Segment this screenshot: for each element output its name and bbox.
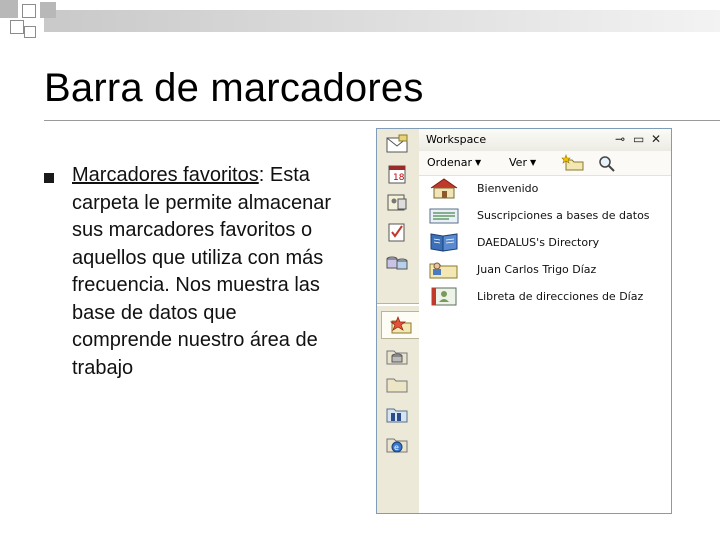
workspace-content: Workspace ⊸ ▭ ✕ Ordenar ▼ Ver ▼ Bienvenido… bbox=[419, 129, 671, 513]
tasks-icon bbox=[388, 223, 405, 242]
favorites-icon bbox=[389, 316, 412, 334]
list-item[interactable]: DAEDALUS's Directory bbox=[427, 229, 599, 255]
user-folder-icon bbox=[429, 262, 458, 279]
search-icon bbox=[599, 156, 615, 172]
list-item[interactable]: Libreta de direcciones de Díaz bbox=[427, 283, 643, 309]
chevron-down-icon: ▼ bbox=[474, 158, 482, 167]
workspace-panel: 18 e Workspace ⊸ ▭ ✕ Ordenar ▼ Ver ▼ Bie… bbox=[376, 128, 672, 514]
sidebar-item-server-folder[interactable] bbox=[381, 401, 413, 427]
sort-menu-label: Ordenar bbox=[427, 156, 472, 169]
close-icon[interactable]: ✕ bbox=[651, 133, 661, 145]
new-folder-button[interactable] bbox=[561, 154, 585, 176]
sidebar-item-tasks[interactable] bbox=[381, 219, 413, 245]
list-item[interactable]: Juan Carlos Trigo Díaz bbox=[427, 256, 596, 282]
svg-text:18: 18 bbox=[393, 173, 405, 183]
address-book-icon bbox=[431, 287, 457, 306]
sidebar-item-database-folder[interactable] bbox=[381, 343, 413, 369]
decoration-square bbox=[0, 0, 18, 18]
title-decoration-band bbox=[44, 10, 720, 32]
list-item-label: Juan Carlos Trigo Díaz bbox=[477, 262, 597, 276]
decoration-square bbox=[22, 4, 36, 18]
sidebar-separator bbox=[377, 303, 419, 306]
list-item[interactable]: Suscripciones a bases de datos bbox=[427, 202, 650, 228]
bullet-marker bbox=[44, 173, 54, 183]
sidebar-item-databases[interactable] bbox=[381, 249, 413, 275]
sidebar-item-folder[interactable] bbox=[381, 371, 413, 397]
list-item-label: DAEDALUS's Directory bbox=[477, 235, 600, 249]
decoration-square bbox=[10, 20, 24, 34]
new-folder-icon bbox=[561, 154, 584, 171]
subscription-icon bbox=[429, 208, 459, 224]
bullet-description: : Esta carpeta le permite almacenar sus … bbox=[72, 164, 332, 379]
server-folder-icon bbox=[386, 408, 408, 423]
sidebar-item-web-folder[interactable]: e bbox=[381, 431, 413, 457]
list-item-label: Bienvenido bbox=[477, 181, 539, 195]
home-icon bbox=[430, 178, 458, 199]
workspace-title: Workspace bbox=[426, 133, 487, 146]
sidebar-item-calendar[interactable]: 18 bbox=[381, 161, 413, 187]
pin-icon[interactable]: ⊸ bbox=[615, 133, 625, 145]
list-item[interactable]: Bienvenido bbox=[427, 175, 538, 201]
workspace-toolbar: Ordenar ▼ Ver ▼ bbox=[419, 151, 671, 176]
view-menu-label: Ver bbox=[509, 156, 527, 169]
slide-title: Barra de marcadores bbox=[44, 66, 424, 110]
chevron-down-icon: ▼ bbox=[529, 158, 537, 167]
bullet-text: Marcadores favoritos: Esta carpeta le pe… bbox=[72, 162, 342, 382]
view-menu[interactable]: Ver ▼ bbox=[509, 156, 536, 169]
book-icon bbox=[430, 233, 458, 252]
calendar-icon: 18 bbox=[388, 165, 406, 184]
workspace-header: Workspace ⊸ ▭ ✕ bbox=[419, 129, 671, 152]
databases-icon bbox=[386, 256, 408, 270]
sidebar-item-contacts[interactable] bbox=[381, 189, 413, 215]
minimize-icon[interactable]: ▭ bbox=[633, 133, 644, 145]
folder-icon bbox=[386, 378, 408, 393]
list-item-label: Libreta de direcciones de Díaz bbox=[477, 289, 644, 303]
decoration-square bbox=[24, 26, 36, 38]
sidebar-item-favorites[interactable] bbox=[381, 311, 420, 339]
decoration-square bbox=[40, 2, 56, 18]
bullet-term: Marcadores favoritos bbox=[72, 164, 259, 186]
list-item-label: Suscripciones a bases de datos bbox=[477, 208, 650, 222]
mail-icon bbox=[386, 134, 408, 153]
workspace-sidebar: 18 e bbox=[377, 129, 420, 513]
svg-text:e: e bbox=[394, 443, 399, 452]
web-folder-icon: e bbox=[386, 438, 408, 453]
sort-menu[interactable]: Ordenar ▼ bbox=[427, 156, 481, 169]
contacts-icon bbox=[387, 194, 407, 211]
title-divider bbox=[44, 120, 720, 121]
search-button[interactable] bbox=[597, 154, 617, 176]
database-folder-icon bbox=[386, 350, 408, 365]
sidebar-item-mail[interactable] bbox=[381, 131, 413, 157]
